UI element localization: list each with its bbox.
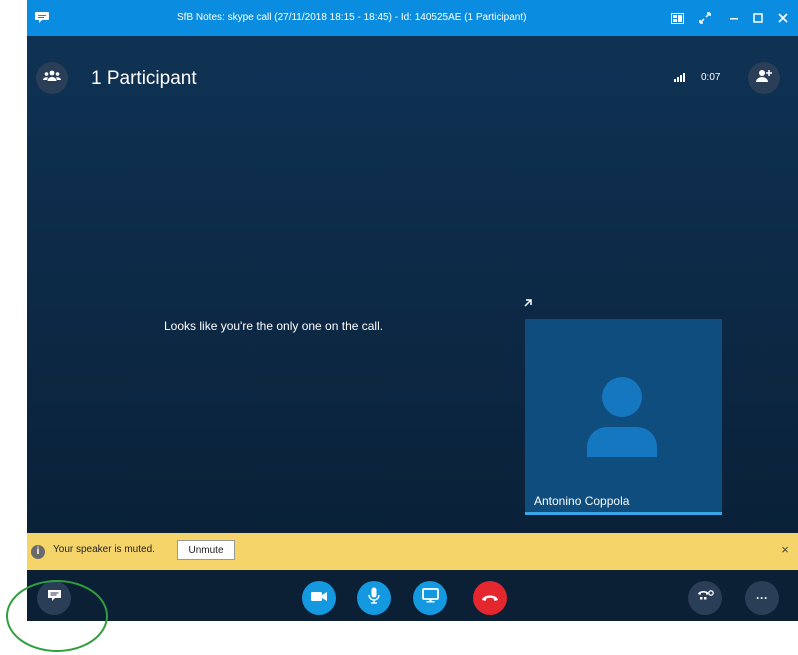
present-button[interactable] bbox=[413, 581, 447, 615]
participant-count-title: 1 Participant bbox=[91, 68, 197, 89]
fullscreen-button[interactable] bbox=[695, 8, 715, 28]
muted-notice-bar: i Your speaker is muted. Unmute × bbox=[27, 533, 798, 570]
window-title: SfB Notes: skype call (27/11/2018 18:15 … bbox=[177, 12, 527, 23]
present-screen-icon bbox=[421, 588, 439, 608]
participant-name: Antonino Coppola bbox=[534, 494, 630, 508]
dismiss-notice-button[interactable]: × bbox=[778, 543, 792, 557]
self-video-tile[interactable]: Antonino Coppola bbox=[525, 319, 722, 515]
hang-up-icon bbox=[481, 589, 499, 607]
video-button[interactable] bbox=[302, 581, 336, 615]
layout-toggle-button[interactable] bbox=[667, 8, 687, 28]
alone-message: Looks like you're the only one on the ca… bbox=[164, 319, 384, 333]
muted-notice-text: Your speaker is muted. bbox=[53, 544, 155, 555]
minimize-button[interactable] bbox=[724, 8, 744, 28]
call-controls-icon bbox=[697, 589, 714, 608]
more-options-button[interactable]: ··· bbox=[745, 581, 779, 615]
person-avatar-icon bbox=[587, 377, 657, 457]
call-controls-bar: ··· bbox=[27, 570, 798, 621]
call-stage: 1 Participant 0:07 Looks like you're the… bbox=[27, 36, 798, 533]
app-icon bbox=[34, 9, 50, 25]
more-icon: ··· bbox=[756, 591, 768, 605]
participants-icon bbox=[43, 69, 61, 87]
info-icon: i bbox=[31, 545, 45, 559]
video-camera-icon bbox=[311, 589, 327, 607]
add-person-icon bbox=[755, 69, 773, 88]
maximize-button[interactable] bbox=[748, 8, 768, 28]
highlight-circle-annotation bbox=[6, 580, 108, 652]
signal-icon bbox=[674, 73, 685, 82]
call-window: SfB Notes: skype call (27/11/2018 18:15 … bbox=[27, 0, 798, 621]
tile-underline bbox=[525, 512, 722, 515]
close-button[interactable] bbox=[773, 8, 793, 28]
call-timer: 0:07 bbox=[701, 72, 721, 83]
title-bar: SfB Notes: skype call (27/11/2018 18:15 … bbox=[27, 0, 798, 36]
microphone-icon bbox=[368, 587, 380, 609]
add-participant-button[interactable] bbox=[748, 62, 780, 94]
hang-up-button[interactable] bbox=[473, 581, 507, 615]
call-controls-button[interactable] bbox=[688, 581, 722, 615]
participants-button[interactable] bbox=[36, 62, 68, 94]
microphone-button[interactable] bbox=[357, 581, 391, 615]
popout-icon[interactable] bbox=[523, 295, 535, 307]
unmute-button[interactable]: Unmute bbox=[177, 540, 235, 560]
